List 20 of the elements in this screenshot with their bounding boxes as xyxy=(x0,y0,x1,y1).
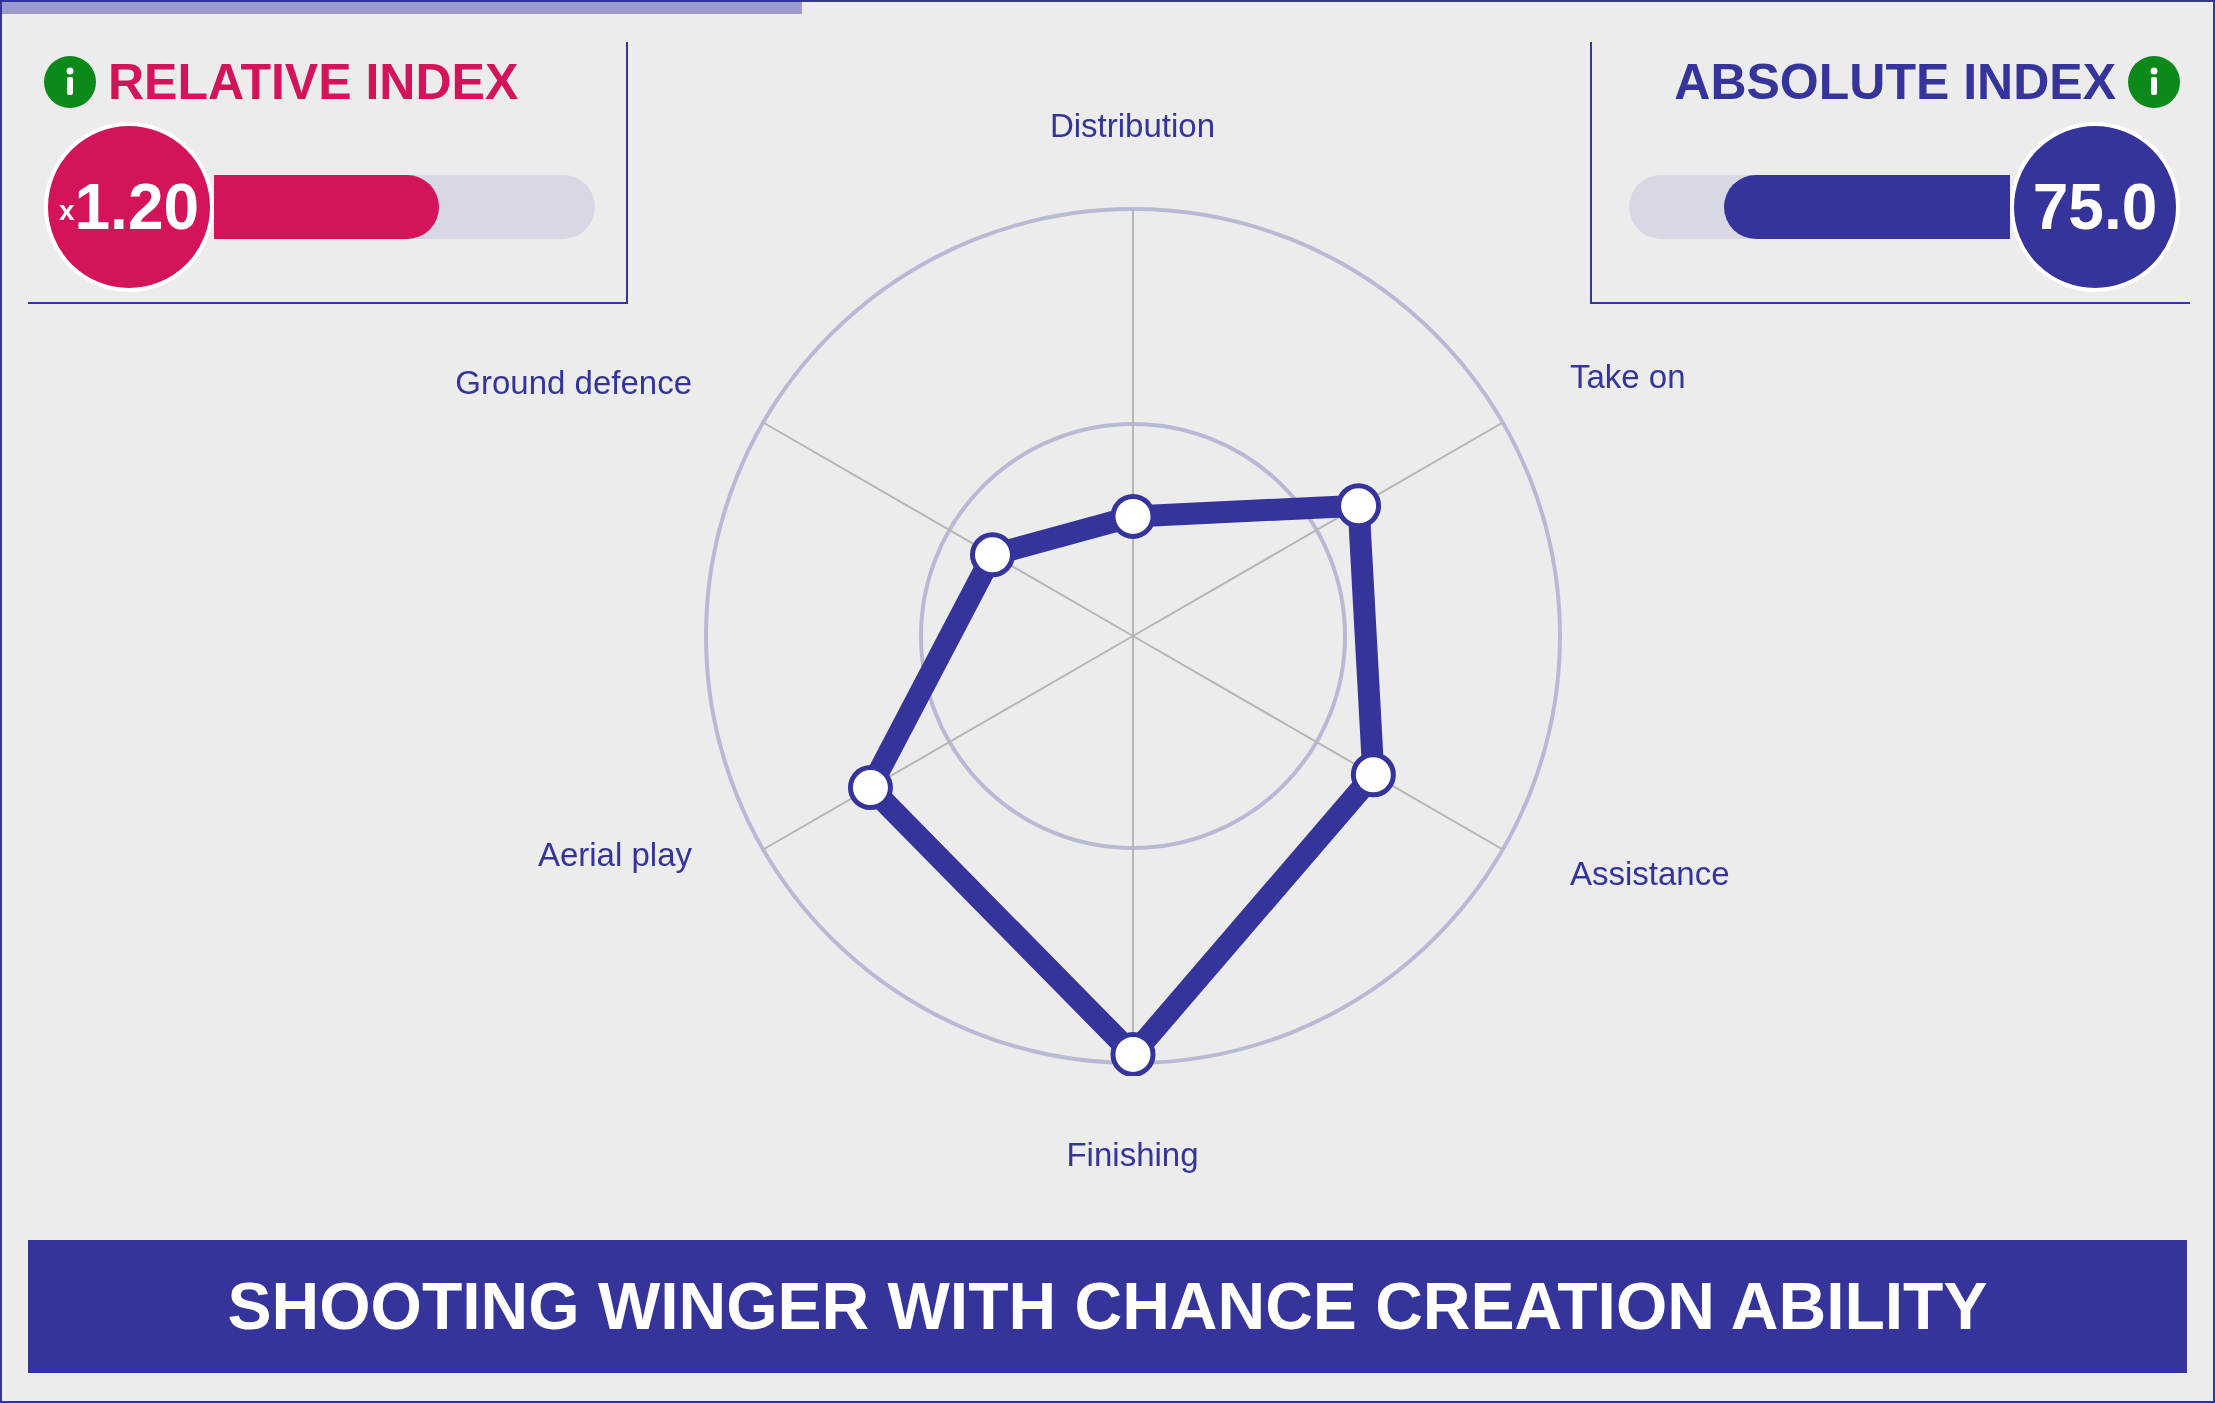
multiplier-sign: x xyxy=(58,194,75,228)
axis-label: Aerial play xyxy=(537,838,692,871)
axis-label: Ground defence xyxy=(455,366,692,399)
radar-point xyxy=(1110,493,1155,539)
info-icon[interactable] xyxy=(44,56,96,108)
absolute-index-value: 75.0 xyxy=(2032,175,2158,239)
absolute-index-title: ABSOLUTE INDEX xyxy=(1674,57,2116,107)
axis-label: Distribution xyxy=(1049,109,1216,142)
axis-label: Take on xyxy=(1570,360,1686,393)
axis-label: Finishing xyxy=(1066,1138,1199,1171)
radar-point xyxy=(847,765,893,811)
radar-point xyxy=(1110,1031,1155,1076)
radar-point xyxy=(1350,752,1396,798)
relative-index-value: 1.20 xyxy=(74,175,200,239)
radar-point xyxy=(1335,483,1381,529)
radar-point xyxy=(969,532,1015,578)
relative-index-title: RELATIVE INDEX xyxy=(108,57,519,107)
info-icon[interactable] xyxy=(2128,56,2180,108)
axis-label: Assistance xyxy=(1570,857,1730,890)
banner-text: SHOOTING WINGER WITH CHANCE CREATION ABILITY xyxy=(227,1268,1988,1345)
